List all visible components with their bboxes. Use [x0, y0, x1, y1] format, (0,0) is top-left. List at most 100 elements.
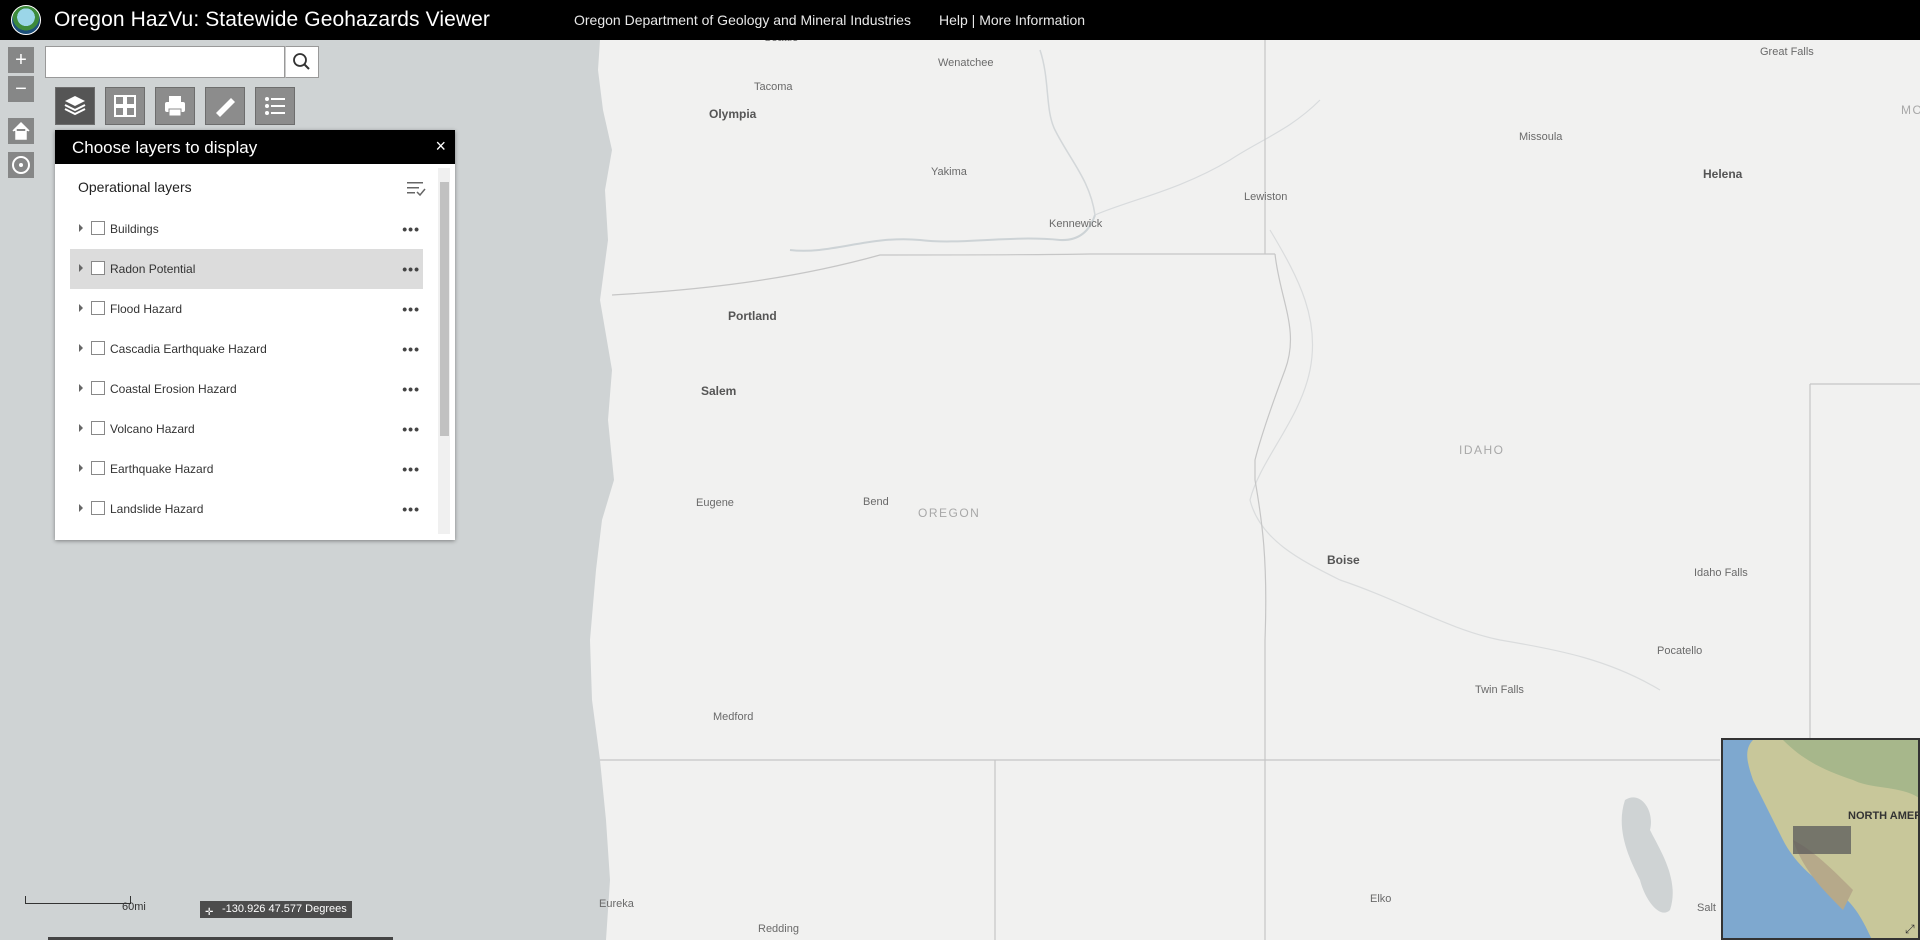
operational-layers-title: Operational layers	[78, 179, 192, 195]
layer-list-panel: Choose layers to display × Operational l…	[55, 130, 455, 540]
city-label: Elko	[1370, 893, 1392, 905]
zoom-out-button[interactable]: −	[8, 76, 34, 102]
layer-item-earthquake-hazard[interactable]: Earthquake Hazard •••	[70, 449, 423, 489]
expand-caret-icon[interactable]	[79, 344, 83, 352]
layer-label: Radon Potential	[110, 262, 196, 276]
print-button[interactable]	[155, 87, 195, 125]
panel-header: Choose layers to display ×	[55, 130, 455, 164]
print-icon	[165, 96, 185, 117]
city-label: Yakima	[931, 166, 967, 178]
home-icon	[12, 121, 30, 140]
city-label: Lewiston	[1244, 191, 1288, 203]
locate-button[interactable]	[8, 152, 34, 178]
more-options-icon[interactable]: •••	[402, 461, 420, 477]
filter-list-icon[interactable]	[405, 178, 427, 198]
city-label: Twin Falls	[1475, 684, 1524, 696]
search-button[interactable]	[285, 46, 319, 78]
layer-item-landslide-hazard[interactable]: Landslide Hazard •••	[70, 489, 423, 529]
expand-caret-icon[interactable]	[79, 424, 83, 432]
city-label: Eureka	[599, 898, 634, 910]
zoom-in-button[interactable]: +	[8, 47, 34, 73]
expand-caret-icon[interactable]	[79, 384, 83, 392]
layer-checkbox[interactable]	[91, 301, 105, 315]
basemap-icon	[114, 95, 136, 117]
overview-label: NORTH AMERIC	[1848, 810, 1918, 822]
search-input[interactable]	[46, 47, 288, 75]
city-label: Redding	[758, 923, 799, 935]
layer-item-coastal-erosion-hazard[interactable]: Coastal Erosion Hazard •••	[70, 369, 423, 409]
layer-checkbox[interactable]	[91, 461, 105, 475]
layer-label: Flood Hazard	[110, 302, 183, 316]
layer-label: Coastal Erosion Hazard	[110, 382, 237, 396]
home-button[interactable]	[8, 118, 34, 144]
city-label: Salt	[1697, 902, 1716, 914]
close-icon[interactable]: ×	[435, 136, 446, 157]
expand-caret-icon[interactable]	[79, 224, 83, 232]
more-options-icon[interactable]: •••	[402, 501, 420, 517]
dogami-logo	[11, 5, 41, 35]
layers-button[interactable]	[55, 87, 95, 125]
layer-checkbox[interactable]	[91, 221, 105, 235]
app-title: Oregon HazVu: Statewide Geohazards Viewe…	[54, 8, 491, 31]
more-options-icon[interactable]: •••	[402, 261, 420, 277]
city-label: Olympia	[709, 107, 757, 121]
legend-button[interactable]	[255, 87, 295, 125]
more-options-icon[interactable]: •••	[402, 341, 420, 357]
locate-icon	[12, 156, 30, 174]
layer-item-cascadia-earthquake-hazard[interactable]: Cascadia Earthquake Hazard •••	[70, 329, 423, 369]
scale-label: 60mi	[122, 901, 146, 913]
app: Oregon HazVu: Statewide Geohazards Viewe…	[0, 0, 1920, 940]
org-link[interactable]: Oregon Department of Geology and Mineral…	[574, 12, 911, 28]
layer-item-volcano-hazard[interactable]: Volcano Hazard •••	[70, 409, 423, 449]
more-options-icon[interactable]: •••	[402, 301, 420, 317]
panel-title: Choose layers to display	[72, 138, 258, 157]
search-icon	[293, 53, 310, 70]
city-label: Boise	[1327, 553, 1360, 567]
help-link[interactable]: Help | More Information	[939, 12, 1085, 28]
city-label: Pocatello	[1657, 645, 1703, 657]
state-label: MO	[1901, 103, 1920, 117]
city-label: Helena	[1703, 167, 1743, 181]
measure-icon	[216, 98, 235, 117]
layer-checkbox[interactable]	[91, 501, 105, 515]
city-label: Wenatchee	[938, 57, 994, 69]
city-label: Eugene	[696, 497, 734, 509]
extent-box	[1793, 826, 1851, 854]
layer-checkbox[interactable]	[91, 341, 105, 355]
more-options-icon[interactable]: •••	[402, 381, 420, 397]
scale-bar	[25, 896, 131, 904]
layer-label: Volcano Hazard	[110, 422, 195, 436]
city-label: Salem	[701, 384, 737, 398]
expand-caret-icon[interactable]	[79, 504, 83, 512]
city-label: Great Falls	[1760, 46, 1814, 58]
layer-label: Buildings	[110, 222, 159, 236]
layer-item-radon-potential[interactable]: Radon Potential •••	[70, 249, 423, 289]
layer-checkbox[interactable]	[91, 381, 105, 395]
layer-checkbox[interactable]	[91, 261, 105, 275]
city-label: Bend	[863, 496, 889, 508]
more-options-icon[interactable]: •••	[402, 421, 420, 437]
city-label: Medford	[713, 711, 754, 723]
expand-caret-icon[interactable]	[79, 264, 83, 272]
layer-checkbox[interactable]	[91, 421, 105, 435]
expand-caret-icon[interactable]	[79, 304, 83, 312]
state-label: IDAHO	[1459, 443, 1505, 457]
coordinate-text: -130.926 47.577 Degrees	[222, 903, 347, 915]
city-label: Portland	[728, 309, 777, 323]
layer-item-buildings[interactable]: Buildings •••	[70, 209, 423, 249]
city-label: Tacoma	[754, 81, 793, 93]
more-options-icon[interactable]: •••	[402, 221, 420, 237]
layer-item-flood-hazard[interactable]: Flood Hazard •••	[70, 289, 423, 329]
city-label: Idaho Falls	[1694, 567, 1748, 579]
coordinate-display[interactable]: ✛ -130.926 47.577 Degrees	[200, 901, 352, 918]
scrollbar-thumb[interactable]	[440, 182, 449, 436]
expand-overview-icon[interactable]: ⤢	[1905, 922, 1915, 937]
overview-map[interactable]: NORTH AMERIC ⤢	[1721, 738, 1920, 940]
layer-label: Earthquake Hazard	[110, 462, 214, 476]
crosshair-icon: ✛	[205, 907, 214, 918]
measure-button[interactable]	[205, 87, 245, 125]
overview-basemap	[1747, 740, 1918, 938]
search-box	[45, 46, 288, 78]
expand-caret-icon[interactable]	[79, 464, 83, 472]
basemap-gallery-button[interactable]	[105, 87, 145, 125]
